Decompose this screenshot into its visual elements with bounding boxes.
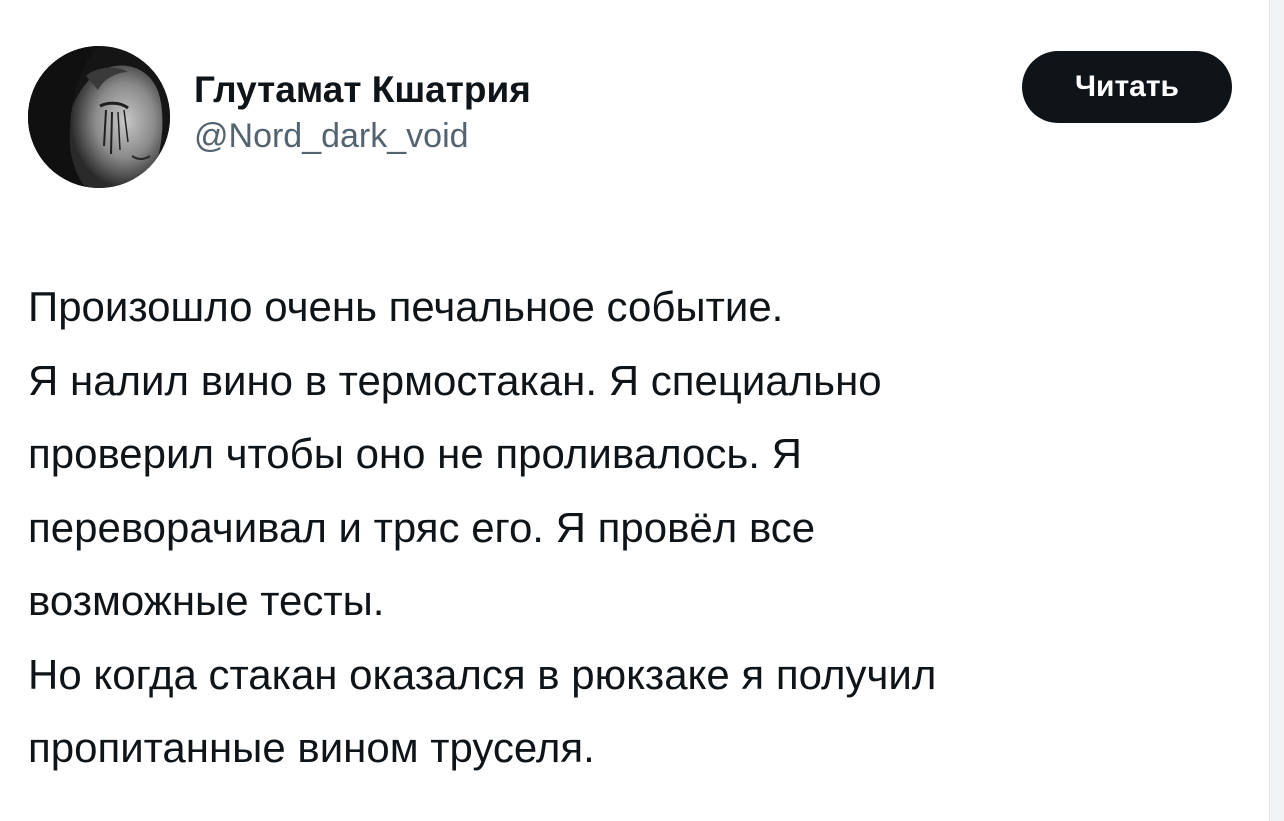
tweet-text-line: возможные тесты. bbox=[28, 577, 385, 624]
display-name[interactable]: Глутамат Кшатрия bbox=[194, 68, 531, 112]
tweet-text: Произошло очень печальное событие. Я нал… bbox=[28, 270, 1248, 785]
follow-button[interactable]: Читать bbox=[1022, 51, 1232, 123]
tweet-text-line: Но когда стакан оказался в рюкзаке я пол… bbox=[28, 650, 937, 698]
tweet-header: Глутамат Кшатрия @Nord_dark_void Читать bbox=[28, 46, 1238, 190]
user-handle[interactable]: @Nord_dark_void bbox=[194, 114, 531, 158]
avatar-image bbox=[28, 46, 170, 188]
tweet-text-line: Я налил вино в термостакан. Я специально bbox=[28, 356, 882, 404]
tweet-text-line: пропитанные вином труселя. bbox=[28, 724, 595, 771]
scrollbar-track[interactable] bbox=[1269, 0, 1284, 821]
tweet-text-line: переворачивал и тряс его. Я провёл все bbox=[28, 503, 816, 551]
avatar[interactable] bbox=[28, 46, 170, 188]
tweet-text-line: проверил чтобы оно не проливалось. Я bbox=[28, 430, 802, 477]
user-meta: Глутамат Кшатрия @Nord_dark_void bbox=[194, 68, 531, 158]
tweet-text-line: Произошло очень печальное событие. bbox=[28, 283, 784, 330]
